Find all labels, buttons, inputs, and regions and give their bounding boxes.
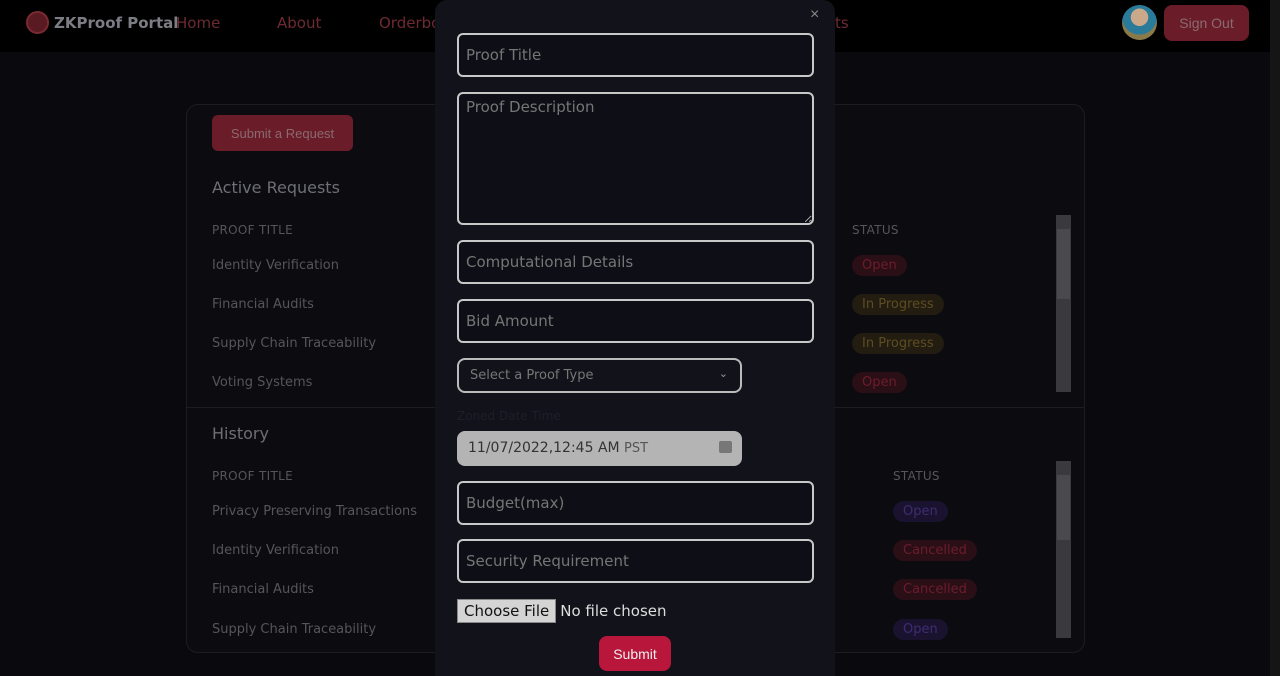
table-row[interactable]: Financial Audits	[212, 297, 314, 312]
file-input: Choose File No file chosen	[457, 599, 667, 623]
computational-details-input[interactable]	[457, 240, 814, 284]
status-badge: Cancelled	[893, 579, 977, 600]
table-row[interactable]: Privacy Preserving Transactions	[212, 504, 417, 519]
col-proof-title: PROOF TITLE	[212, 223, 293, 237]
security-requirement-input[interactable]	[457, 539, 814, 583]
submit-button[interactable]: Submit	[599, 636, 671, 671]
nav-home[interactable]: Home	[176, 14, 220, 32]
submit-request-button[interactable]: Submit a Request	[212, 115, 353, 151]
proof-type-value: Select a Proof Type	[470, 368, 594, 383]
file-status: No file chosen	[560, 602, 667, 620]
active-scrollbar[interactable]	[1056, 215, 1071, 392]
status-badge: In Progress	[852, 294, 944, 315]
calendar-icon[interactable]	[719, 441, 732, 453]
table-row[interactable]: Supply Chain Traceability	[212, 622, 376, 637]
status-badge: Cancelled	[893, 540, 977, 561]
proof-title-input[interactable]	[457, 33, 814, 77]
col-proof-title: PROOF TITLE	[212, 469, 293, 483]
chevron-down-icon: ⌄	[718, 367, 728, 380]
table-row[interactable]: Financial Audits	[212, 582, 314, 597]
status-badge: In Progress	[852, 333, 944, 354]
proof-description-input[interactable]	[457, 92, 814, 225]
table-row[interactable]: Voting Systems	[212, 375, 312, 390]
status-badge: Open	[852, 255, 907, 276]
history-title: History	[212, 424, 269, 443]
zoned-date-label: Zoned Date Time	[457, 409, 561, 423]
status-badge: Open	[852, 372, 907, 393]
table-row[interactable]: Identity Verification	[212, 543, 339, 558]
datetime-input[interactable]: 11/07/2022,12:45 AM PST	[457, 431, 742, 466]
date-value: 11/07/2022,12:45 AM	[468, 440, 620, 456]
page-scrollbar[interactable]	[1270, 0, 1280, 676]
submit-request-modal: × Select a Proof Type ⌄ Zoned Date Time 1…	[435, 0, 835, 676]
bid-amount-input[interactable]	[457, 299, 814, 343]
status-badge: Open	[893, 501, 948, 522]
active-requests-title: Active Requests	[212, 178, 340, 197]
sign-out-button[interactable]: Sign Out	[1164, 5, 1249, 41]
close-icon[interactable]: ×	[810, 6, 819, 24]
status-badge: Open	[893, 619, 948, 640]
table-row[interactable]: Supply Chain Traceability	[212, 336, 376, 351]
col-status: STATUS	[852, 223, 899, 237]
avatar[interactable]	[1122, 5, 1157, 40]
logo-icon	[26, 11, 49, 34]
nav-about[interactable]: About	[277, 14, 321, 32]
brand-name[interactable]: ZKProof Portal	[54, 14, 178, 32]
choose-file-button[interactable]: Choose File	[457, 599, 557, 623]
budget-input[interactable]	[457, 481, 814, 525]
table-row[interactable]: Identity Verification	[212, 258, 339, 273]
timezone: PST	[624, 441, 649, 456]
history-scrollbar[interactable]	[1056, 461, 1071, 638]
col-status: STATUS	[893, 469, 940, 483]
proof-type-select[interactable]: Select a Proof Type ⌄	[457, 358, 742, 393]
